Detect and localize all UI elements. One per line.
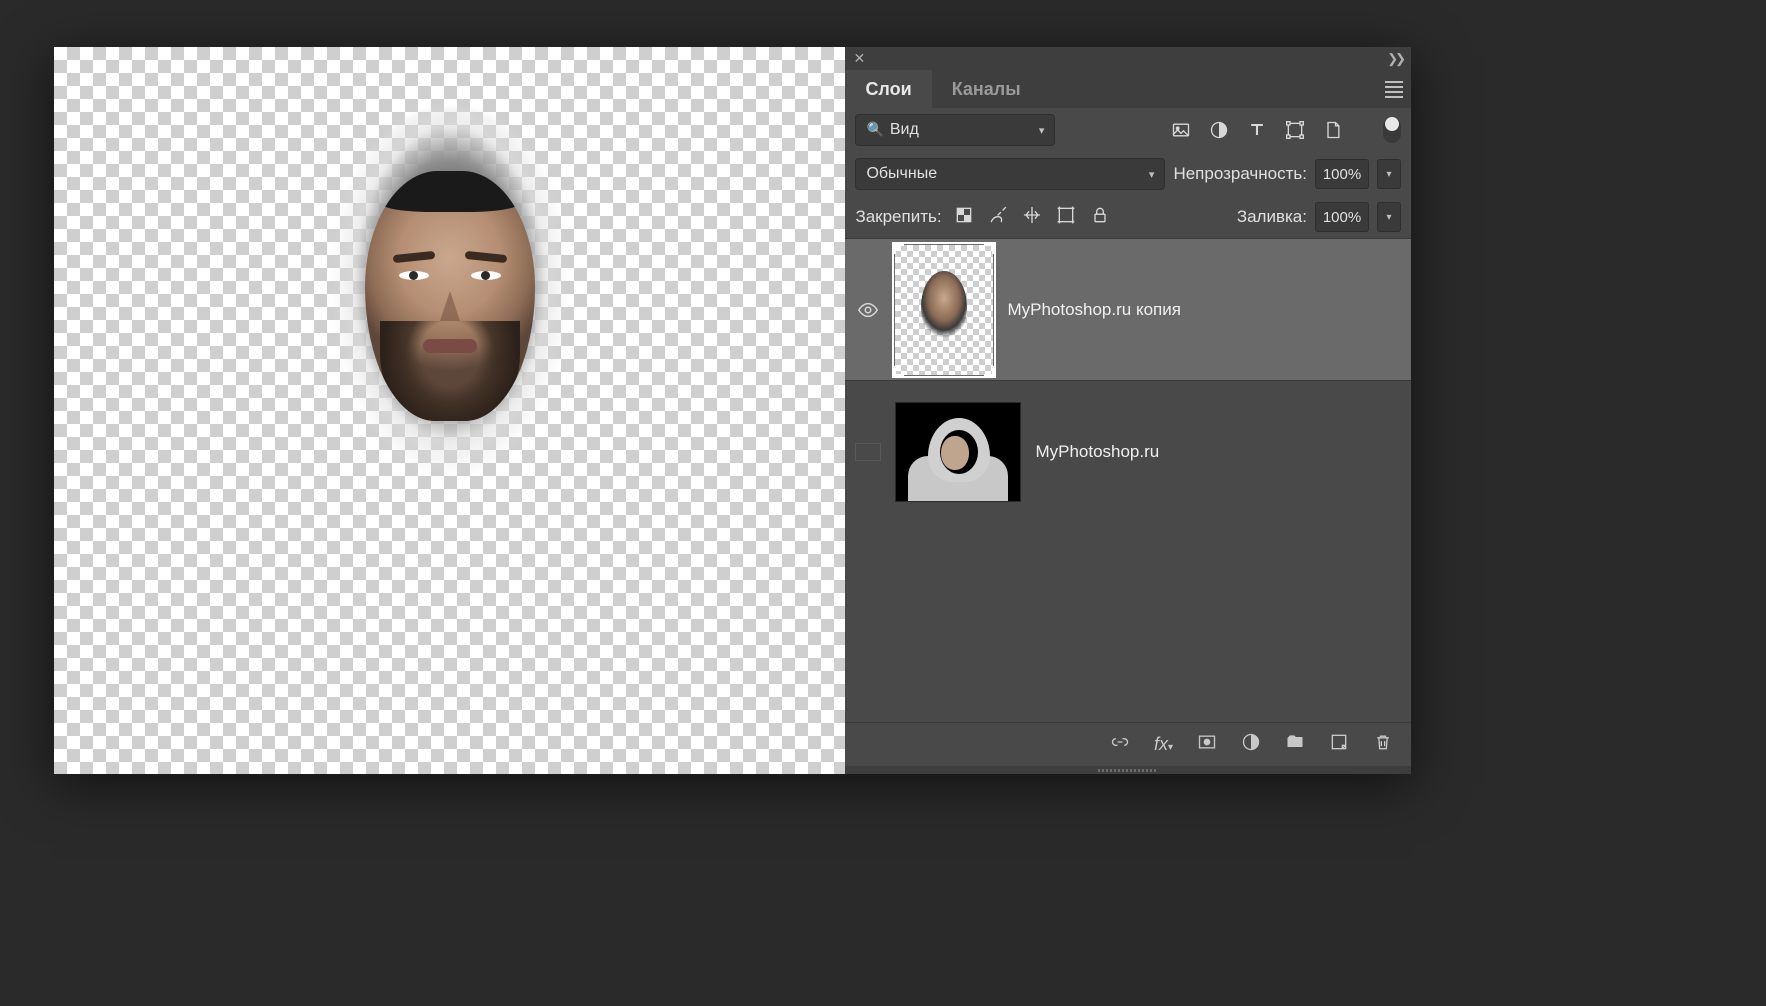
blend-mode-value: Обычные <box>866 165 937 183</box>
fill-stepper[interactable]: ▾ <box>1377 202 1401 232</box>
fill-value[interactable]: 100% <box>1315 202 1369 232</box>
layer-thumbnail[interactable] <box>895 245 993 375</box>
tab-channels[interactable]: Каналы <box>932 70 1041 108</box>
document-canvas[interactable] <box>54 47 845 774</box>
filter-shape-icon[interactable] <box>1285 120 1305 140</box>
lock-transparent-icon[interactable] <box>954 205 974 230</box>
lock-label: Закрепить: <box>855 207 941 227</box>
lock-position-icon[interactable] <box>1022 205 1042 230</box>
new-layer-icon[interactable] <box>1329 732 1349 757</box>
panel-topbar: ✕ ❯❯ <box>845 47 1411 70</box>
lock-all-icon[interactable] <box>1090 205 1110 230</box>
layer-mask-icon[interactable] <box>1197 732 1217 757</box>
canvas-artwork <box>310 108 590 568</box>
delete-layer-icon[interactable] <box>1373 732 1393 757</box>
chevron-down-icon: ▾ <box>1149 168 1155 181</box>
layer-filter-label: Вид <box>890 121 919 138</box>
layer-filter-dropdown[interactable]: 🔍 Вид ▾ <box>855 114 1055 146</box>
layer-row[interactable]: MyPhotoshop.ru копия <box>845 238 1411 380</box>
close-panel-icon[interactable]: ✕ <box>853 50 865 67</box>
filter-pixel-icon[interactable] <box>1171 120 1191 140</box>
adjustment-layer-icon[interactable] <box>1241 732 1261 757</box>
layer-name[interactable]: MyPhotoshop.ru копия <box>1007 300 1181 320</box>
filter-smartobject-icon[interactable] <box>1323 120 1343 140</box>
layer-name[interactable]: MyPhotoshop.ru <box>1035 442 1159 462</box>
collapse-panel-icon[interactable]: ❯❯ <box>1387 51 1403 67</box>
blend-mode-dropdown[interactable]: Обычные ▾ <box>855 158 1165 190</box>
visibility-toggle-icon[interactable] <box>855 299 881 321</box>
layer-style-icon[interactable]: fx▾ <box>1154 734 1173 755</box>
chevron-down-icon: ▾ <box>1039 124 1045 137</box>
panel-menu-icon[interactable] <box>1385 78 1403 101</box>
workspace: ✕ ❯❯ Слои Каналы 🔍 Вид ▾ <box>54 47 1411 774</box>
panel-resize-grip[interactable] <box>845 766 1411 774</box>
lock-image-icon[interactable] <box>988 205 1008 230</box>
layer-thumbnail[interactable] <box>895 402 1021 502</box>
opacity-value[interactable]: 100% <box>1315 159 1369 189</box>
link-layers-icon[interactable] <box>1110 732 1130 757</box>
layers-bottom-bar: fx▾ <box>845 722 1411 766</box>
tab-layers[interactable]: Слои <box>845 70 931 108</box>
lock-artboard-icon[interactable] <box>1056 205 1076 230</box>
filter-toggle[interactable] <box>1383 117 1401 143</box>
filter-type-icon[interactable] <box>1247 120 1267 140</box>
opacity-label: Непрозрачность: <box>1173 164 1307 184</box>
blend-opacity-row: Обычные ▾ Непрозрачность: 100% ▾ <box>845 152 1411 196</box>
layers-panel: ✕ ❯❯ Слои Каналы 🔍 Вид ▾ <box>845 47 1411 774</box>
filter-type-icons <box>1171 117 1401 143</box>
layer-filter-row: 🔍 Вид ▾ <box>845 108 1411 152</box>
layer-row[interactable]: MyPhotoshop.ru <box>845 380 1411 522</box>
visibility-toggle-icon[interactable] <box>855 443 881 461</box>
search-icon: 🔍 <box>866 121 883 137</box>
filter-adjustment-icon[interactable] <box>1209 120 1229 140</box>
lock-fill-row: Закрепить: Заливка: 100% ▾ <box>845 196 1411 238</box>
layer-group-icon[interactable] <box>1285 732 1305 757</box>
panel-tabs: Слои Каналы <box>845 70 1411 108</box>
layers-list: MyPhotoshop.ru копия MyPhotoshop.ru <box>845 238 1411 722</box>
opacity-stepper[interactable]: ▾ <box>1377 159 1401 189</box>
fill-label: Заливка: <box>1237 207 1307 227</box>
